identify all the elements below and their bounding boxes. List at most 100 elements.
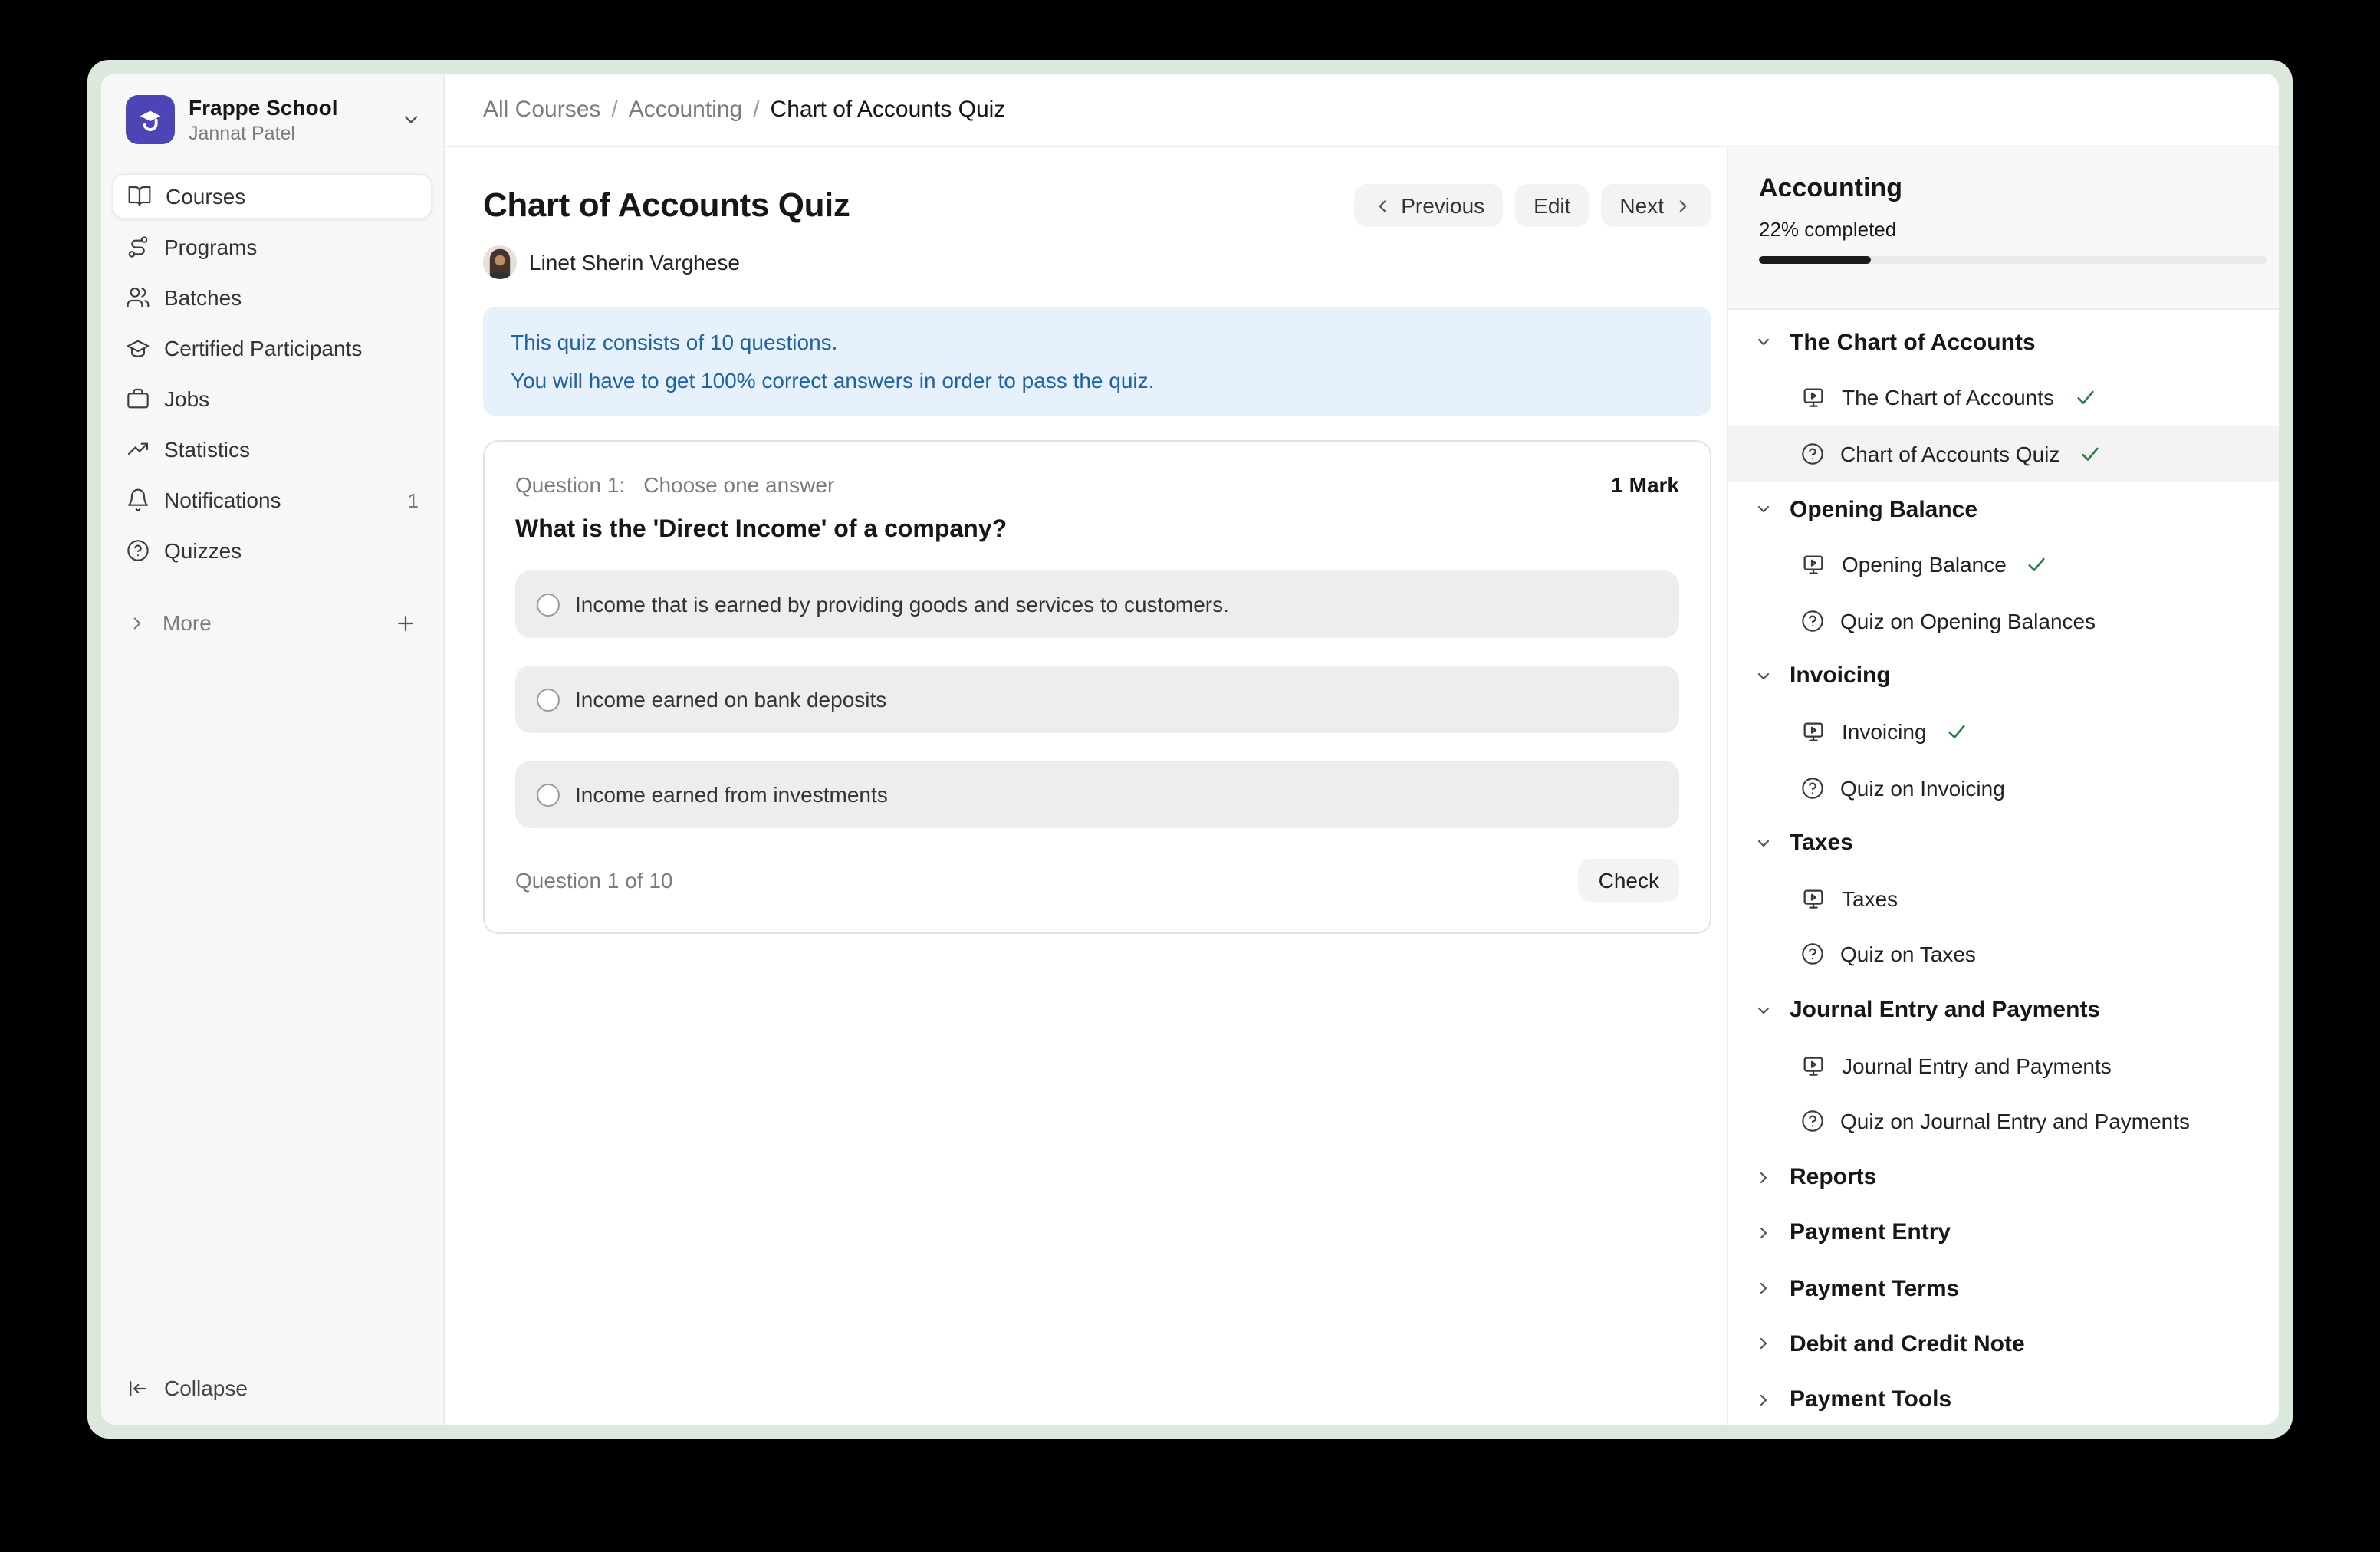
sidebar-item-label: Statistics	[164, 438, 250, 462]
briefcase-icon	[126, 387, 150, 412]
outline-item-label: Quiz on Taxes	[1840, 942, 1976, 967]
check-icon	[2074, 387, 2096, 409]
next-button[interactable]: Next	[1601, 184, 1711, 227]
radio-button[interactable]	[537, 593, 560, 616]
chevron-right-icon	[1754, 1224, 1773, 1242]
outline-quiz-on-taxes[interactable]: Quiz on Taxes	[1728, 927, 2279, 983]
sidebar-collapse-button[interactable]: Collapse	[101, 1354, 443, 1425]
outline-section-taxes[interactable]: Taxes	[1728, 815, 2279, 871]
radio-button[interactable]	[537, 783, 560, 806]
sidebar-item-programs[interactable]: Programs	[112, 225, 432, 271]
outline-lesson-opening-balance[interactable]: Opening Balance	[1728, 537, 2279, 593]
sidebar-item-label: Jobs	[164, 387, 209, 412]
sidebar-item-batches[interactable]: Batches	[112, 275, 432, 321]
plus-icon[interactable]	[394, 612, 417, 635]
outline-section-title: Debit and Credit Note	[1790, 1331, 2025, 1357]
breadcrumb-accounting[interactable]: Accounting	[629, 97, 742, 123]
monitor-play-icon	[1800, 886, 1826, 912]
outline-quiz-on-journal-entry-and-payments[interactable]: Quiz on Journal Entry and Payments	[1728, 1093, 2279, 1149]
sidebar-item-certified-participants[interactable]: Certified Participants	[112, 326, 432, 372]
sidebar-item-statistics[interactable]: Statistics	[112, 427, 432, 473]
book-open-icon	[127, 185, 152, 209]
course-progress-text: 22% completed	[1759, 218, 2267, 241]
edit-button-label: Edit	[1534, 193, 1570, 218]
outline-item-label: Chart of Accounts Quiz	[1840, 441, 2059, 465]
outline-section-reports[interactable]: Reports	[1728, 1149, 2279, 1205]
outline-item-label: Journal Entry and Payments	[1842, 1054, 2112, 1078]
outline-section-payment-entry[interactable]: Payment Entry	[1728, 1205, 2279, 1261]
breadcrumb-all-courses[interactable]: All Courses	[483, 97, 600, 123]
desktop-background: Frappe School Jannat Patel Courses	[0, 0, 2380, 1552]
outline-lesson-the-chart-of-accounts[interactable]: The Chart of Accounts	[1728, 370, 2279, 426]
monitor-play-icon	[1800, 385, 1826, 411]
outline-item-label: The Chart of Accounts	[1842, 386, 2054, 410]
sidebar-item-jobs[interactable]: Jobs	[112, 376, 432, 423]
answer-option-label: Income that is earned by providing goods…	[575, 592, 1229, 617]
sidebar-item-courses[interactable]: Courses	[112, 174, 432, 220]
sidebar-item-quizzes[interactable]: Quizzes	[112, 528, 432, 574]
outline-section-payment-terms[interactable]: Payment Terms	[1728, 1261, 2279, 1317]
chevron-down-icon	[1754, 834, 1773, 853]
outline-section-payment-tools[interactable]: Payment Tools	[1728, 1372, 2279, 1425]
outline-lesson-taxes[interactable]: Taxes	[1728, 871, 2279, 927]
answer-option-2[interactable]: Income earned on bank deposits	[515, 666, 1679, 733]
chevron-right-icon	[1673, 196, 1693, 215]
check-button[interactable]: Check	[1579, 859, 1679, 902]
chevron-down-icon	[1754, 333, 1773, 351]
banner-line-1: This quiz consists of 10 questions.	[511, 324, 1684, 361]
course-header: Accounting 22% completed	[1728, 147, 2279, 310]
outline-section-title: Opening Balance	[1790, 496, 1977, 522]
sidebar-item-label: Certified Participants	[164, 337, 362, 361]
answer-option-1[interactable]: Income that is earned by providing goods…	[515, 570, 1679, 638]
breadcrumb-current: Chart of Accounts Quiz	[771, 97, 1006, 123]
collapse-arrow-icon	[126, 1376, 149, 1399]
breadcrumb-separator: /	[753, 97, 759, 123]
outline-section-title: Journal Entry and Payments	[1790, 997, 2100, 1023]
outline-section-title: Payment Tools	[1790, 1387, 1951, 1413]
workspace-switcher[interactable]: Frappe School Jannat Patel	[101, 74, 443, 162]
outline-lesson-invoicing[interactable]: Invoicing	[1728, 704, 2279, 760]
outline-section-opening-balance[interactable]: Opening Balance	[1728, 482, 2279, 538]
sidebar-item-label: Courses	[166, 185, 245, 209]
workspace-info: Frappe School Jannat Patel	[189, 95, 337, 145]
outline-section-title: Invoicing	[1790, 663, 1891, 689]
answer-option-3[interactable]: Income earned from investments	[515, 761, 1679, 828]
radio-button[interactable]	[537, 688, 560, 711]
course-progress-bar	[1759, 256, 2267, 264]
edit-button[interactable]: Edit	[1515, 184, 1589, 227]
chevron-right-icon	[1754, 1335, 1773, 1353]
help-circle-icon	[1800, 1110, 1825, 1134]
outline-item-label: Opening Balance	[1842, 553, 2007, 577]
outline-section-debit-and-credit-note[interactable]: Debit and Credit Note	[1728, 1317, 2279, 1373]
outline-section-chart-of-accounts[interactable]: The Chart of Accounts	[1728, 314, 2279, 370]
question-label: Question 1:	[515, 472, 625, 497]
chevron-right-icon	[1754, 1279, 1773, 1297]
chevron-down-icon	[1754, 500, 1773, 518]
outline-section-title: The Chart of Accounts	[1790, 329, 2036, 355]
workspace-name: Frappe School	[189, 95, 337, 120]
chevron-right-icon	[1754, 1391, 1773, 1409]
previous-button[interactable]: Previous	[1353, 184, 1503, 227]
main-column: All Courses / Accounting / Chart of Acco…	[445, 74, 2279, 1425]
breadcrumb: All Courses / Accounting / Chart of Acco…	[445, 74, 2279, 147]
outline-lesson-journal-entry-and-payments[interactable]: Journal Entry and Payments	[1728, 1038, 2279, 1094]
check-icon	[1947, 721, 1968, 742]
question-header: Question 1: Choose one answer 1 Mark	[515, 472, 1679, 497]
sidebar-item-notifications[interactable]: Notifications 1	[112, 478, 432, 524]
quiz-info-banner: This quiz consists of 10 questions. You …	[483, 307, 1711, 416]
title-row: Chart of Accounts Quiz Previous Edit	[483, 184, 1711, 227]
breadcrumb-separator: /	[611, 97, 617, 123]
outline-section-title: Reports	[1790, 1164, 1876, 1190]
outline-section-journal-entry-and-payments[interactable]: Journal Entry and Payments	[1728, 982, 2279, 1038]
outline-quiz-chart-of-accounts-quiz[interactable]: Chart of Accounts Quiz	[1728, 426, 2279, 482]
sidebar-more-toggle[interactable]: More	[101, 600, 443, 646]
avatar	[483, 245, 517, 279]
outline-section-invoicing[interactable]: Invoicing	[1728, 649, 2279, 705]
outline-quiz-on-invoicing[interactable]: Quiz on Invoicing	[1728, 760, 2279, 816]
monitor-play-icon	[1800, 552, 1826, 578]
sidebar-item-label: Quizzes	[164, 539, 242, 564]
outline-quiz-on-opening-balances[interactable]: Quiz on Opening Balances	[1728, 593, 2279, 649]
outline-item-label: Invoicing	[1842, 719, 1927, 744]
sidebar-nav: Courses Programs Batches	[101, 162, 443, 579]
answer-option-label: Income earned on bank deposits	[575, 687, 886, 712]
